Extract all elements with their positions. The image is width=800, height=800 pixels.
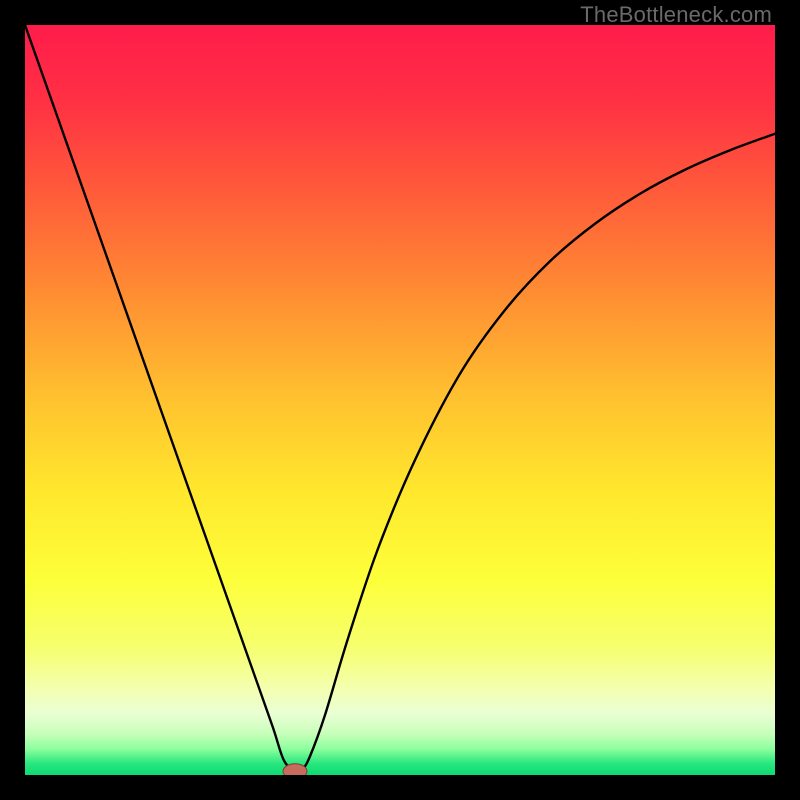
chart-frame xyxy=(25,25,775,775)
bottleneck-chart xyxy=(25,25,775,775)
gradient-background xyxy=(25,25,775,775)
minimum-marker xyxy=(283,764,307,775)
watermark-text: TheBottleneck.com xyxy=(580,2,772,28)
